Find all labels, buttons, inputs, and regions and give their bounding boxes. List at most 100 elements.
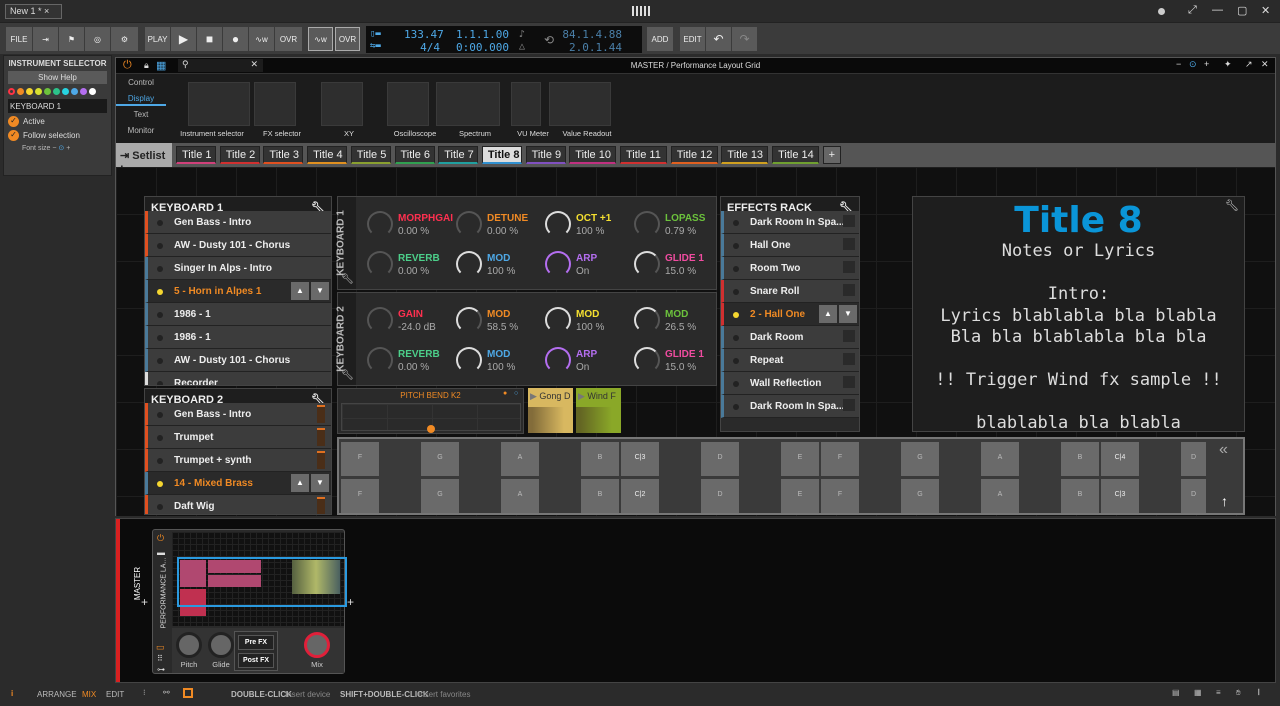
- piano-key[interactable]: C|3: [1101, 479, 1139, 513]
- list-item[interactable]: Recorder: [145, 372, 331, 385]
- zoom-reset-icon[interactable]: ⊙: [58, 145, 64, 152]
- metronome-small-icon[interactable]: △: [519, 41, 525, 52]
- pitch-bend-xy[interactable]: PITCH BEND K2 ● ○: [337, 388, 524, 434]
- piano-key[interactable]: C|2: [621, 479, 659, 513]
- move-up-icon[interactable]: ▲: [291, 282, 309, 300]
- piano-key[interactable]: F: [821, 479, 859, 513]
- piano-key[interactable]: E: [781, 442, 819, 476]
- launcher-automation-icon[interactable]: ∿w: [308, 27, 333, 51]
- piano-key[interactable]: E: [781, 479, 819, 513]
- move-up-icon[interactable]: ▲: [291, 474, 309, 492]
- knob[interactable]: [545, 251, 571, 277]
- close-panel-icon[interactable]: ✕: [1261, 59, 1269, 70]
- detach-icon[interactable]: ↗: [1245, 59, 1253, 70]
- move-down-icon[interactable]: ▼: [311, 474, 329, 492]
- knob[interactable]: [545, 347, 571, 373]
- info-icon[interactable]: i: [11, 689, 13, 698]
- piano-key[interactable]: G: [901, 442, 939, 476]
- arrange-view-tab[interactable]: ARRANGE: [37, 690, 77, 699]
- list-item[interactable]: Dark Room In Spa...: [721, 211, 859, 234]
- record-icon[interactable]: ●: [223, 27, 249, 51]
- piano-key[interactable]: D: [1181, 479, 1206, 513]
- window-icon[interactable]: ▭: [156, 642, 165, 653]
- toggle-box[interactable]: [843, 238, 855, 250]
- browser-icon[interactable]: ▤: [1172, 688, 1180, 697]
- active-checkbox[interactable]: ✓ Active: [8, 116, 107, 127]
- add-button[interactable]: ADD: [647, 27, 674, 51]
- post-fx-button[interactable]: Post FX: [238, 653, 274, 668]
- position-display[interactable]: 1.1.1.00: [446, 28, 509, 41]
- wrench-icon[interactable]: 🔧︎: [341, 370, 354, 381]
- setlist-tab[interactable]: Title 9: [525, 146, 566, 164]
- loop-length[interactable]: 2.0.1.44: [562, 41, 622, 54]
- toggle-box[interactable]: [843, 353, 855, 365]
- device-knob[interactable]: [208, 632, 234, 658]
- settings-gear-icon[interactable]: ⚙: [111, 27, 139, 51]
- setlist-tab[interactable]: Title 14: [772, 146, 820, 164]
- widget-instrument-selector[interactable]: [188, 82, 250, 126]
- play-icon[interactable]: ▶: [171, 27, 197, 51]
- widget-spectrum[interactable]: [436, 82, 500, 126]
- play-clip-icon[interactable]: ▶: [530, 391, 539, 401]
- toggle-box[interactable]: [843, 261, 855, 273]
- knob[interactable]: [456, 211, 482, 237]
- preset-icon[interactable]: ▬: [157, 548, 165, 557]
- increase-icon[interactable]: +: [66, 145, 70, 152]
- piano-key[interactable]: D: [1181, 442, 1206, 476]
- zoom-in-icon[interactable]: +: [1204, 59, 1209, 69]
- device-power-icon[interactable]: ⏻: [157, 533, 164, 544]
- edit-button[interactable]: EDIT: [680, 27, 706, 51]
- list-item[interactable]: Dark Room In Spa...: [721, 395, 859, 418]
- list-item[interactable]: Wall Reflection: [721, 372, 859, 395]
- show-help-button[interactable]: Show Help: [8, 71, 107, 84]
- list-item[interactable]: Trumpet: [145, 426, 331, 449]
- tempo-display[interactable]: 133.47: [404, 28, 444, 41]
- pitch-bend-handle[interactable]: [427, 425, 435, 433]
- list-item[interactable]: AW - Dusty 101 - Chorus: [145, 349, 331, 372]
- knob[interactable]: [456, 347, 482, 373]
- widget-xy[interactable]: [321, 82, 363, 126]
- setlist-tab[interactable]: Title 2: [219, 146, 260, 164]
- color-swatch[interactable]: [89, 88, 96, 95]
- piano-key[interactable]: F: [821, 442, 859, 476]
- piano-key[interactable]: A: [501, 479, 539, 513]
- color-swatch[interactable]: [44, 88, 51, 95]
- list-item[interactable]: 5 - Horn in Alpes 1 ▲ ▼: [145, 280, 331, 303]
- color-swatch[interactable]: [71, 88, 78, 95]
- file-button[interactable]: FILE: [6, 27, 33, 51]
- redo-icon[interactable]: ↷: [732, 27, 758, 51]
- list-item[interactable]: Snare Roll: [721, 280, 859, 303]
- piano-key[interactable]: G: [901, 479, 939, 513]
- undo-icon[interactable]: ↶: [706, 27, 732, 51]
- metronome-icon[interactable]: ◎: [85, 27, 111, 51]
- overdub-button[interactable]: OVR: [275, 27, 303, 51]
- clip[interactable]: ▶ Gong D: [528, 388, 573, 433]
- knob[interactable]: [367, 307, 393, 333]
- zoom-icon[interactable]: ⊙: [1189, 59, 1197, 70]
- import-icon[interactable]: ⇥: [33, 27, 59, 51]
- knob[interactable]: [634, 211, 660, 237]
- play-clip-icon[interactable]: ▶: [578, 391, 587, 401]
- pre-fx-button[interactable]: Pre FX: [238, 635, 274, 650]
- stop-icon[interactable]: ■: [197, 27, 223, 51]
- knob[interactable]: [456, 251, 482, 277]
- close-window-icon[interactable]: ✕: [1261, 4, 1270, 17]
- loop-icon[interactable]: ⟲: [544, 33, 554, 47]
- knob[interactable]: [367, 347, 393, 373]
- setlist-tab[interactable]: Title 11: [620, 146, 667, 164]
- list-item[interactable]: AW - Dusty 101 - Chorus: [145, 234, 331, 257]
- follow-selection-checkbox[interactable]: ✓ Follow selection: [8, 130, 107, 141]
- list-item[interactable]: Hall One: [721, 234, 859, 257]
- knob[interactable]: [545, 307, 571, 333]
- category-display[interactable]: Display: [116, 90, 166, 106]
- launcher-overdub-button[interactable]: OVR: [335, 27, 360, 51]
- notes-icon[interactable]: ▦: [1194, 688, 1202, 697]
- list-item[interactable]: Repeat: [721, 349, 859, 372]
- mix-view-tab[interactable]: MIX: [82, 690, 96, 699]
- color-swatch[interactable]: [26, 88, 33, 95]
- setlist-tab[interactable]: Title 5: [350, 146, 391, 164]
- knob[interactable]: [367, 251, 393, 277]
- piano-key[interactable]: C|4: [1101, 442, 1139, 476]
- knob[interactable]: [634, 251, 660, 277]
- color-swatch[interactable]: [35, 88, 42, 95]
